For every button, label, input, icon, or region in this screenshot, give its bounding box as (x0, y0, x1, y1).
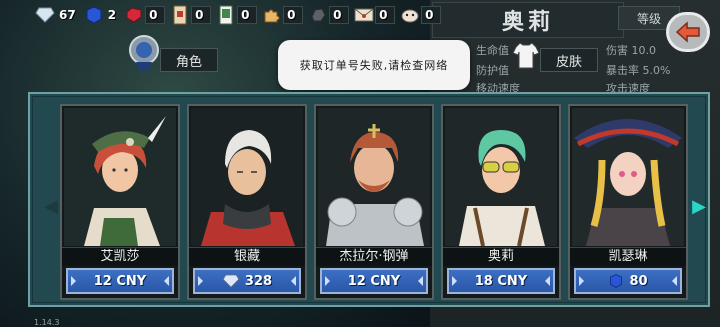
medal-icon (129, 35, 159, 72)
price-label: 80 (629, 273, 648, 289)
character-card[interactable]: 凯瑟琳 80 (568, 104, 688, 300)
buy-button[interactable]: 80 (574, 268, 682, 294)
character-card[interactable]: 艾凯莎 12 CNY (60, 104, 180, 300)
ruby-icon (123, 4, 145, 26)
buy-button[interactable]: 328 (193, 268, 301, 294)
scroll-left-arrow[interactable]: ◀ (44, 195, 58, 217)
ticket-icon (169, 4, 191, 26)
buy-button[interactable]: 12 CNY (320, 268, 428, 294)
character-portrait (318, 108, 430, 246)
toast-message: 获取订单号失败,请检查网络 (299, 59, 449, 72)
price-label: 12 CNY (93, 273, 147, 289)
price-label: 18 CNY (474, 273, 528, 289)
character-portrait (64, 108, 176, 246)
resource-count: 0 (283, 6, 304, 24)
back-arrow-icon (675, 21, 700, 43)
resource-count: 0 (237, 6, 258, 24)
character-card[interactable]: 银藏 328 (187, 104, 307, 300)
character-name: 银藏 (189, 247, 305, 266)
portrait-image (191, 108, 303, 246)
character-name: 凯瑟琳 (570, 247, 686, 266)
portrait-image (445, 108, 557, 246)
card-icon (215, 4, 237, 26)
resource-puzzle[interactable]: 0 (261, 4, 304, 26)
ore-icon (307, 4, 329, 26)
price-label: 12 CNY (347, 273, 401, 289)
price-label: 328 (244, 273, 273, 289)
stat-crit-value: 暴击率 5.0% (606, 64, 671, 77)
sapphire-icon (610, 274, 623, 288)
character-portrait (191, 108, 303, 246)
diamond-icon (222, 274, 240, 288)
character-card[interactable]: 奥莉 18 CNY (441, 104, 561, 300)
character-list: 艾凯莎 12 CNY 银藏 328 杰拉尔·钢弹 12 CNY 奥莉 18 CN… (60, 104, 696, 302)
tab-role[interactable]: 角色 (160, 48, 218, 72)
resource-count: 2 (107, 8, 117, 22)
resource-letter[interactable]: 0 (353, 4, 396, 26)
resource-bar: 67 2 0 0 0 0 0 0 0 (0, 0, 442, 30)
diamond-icon (34, 4, 56, 26)
puzzle-icon (261, 4, 283, 26)
character-portrait (445, 108, 557, 246)
portrait-image (572, 108, 684, 246)
character-name: 杰拉尔·钢弹 (316, 247, 432, 266)
resource-ticket[interactable]: 0 (169, 4, 212, 26)
tab-skin[interactable]: 皮肤 (540, 48, 598, 72)
version-label: 1.14.3 (34, 318, 60, 327)
sapphire-icon (83, 4, 105, 26)
character-name: 奥莉 (443, 247, 559, 266)
character-card[interactable]: 杰拉尔·钢弹 12 CNY (314, 104, 434, 300)
resource-pet[interactable]: 0 (399, 4, 442, 26)
resource-diamond[interactable]: 67 (34, 4, 79, 26)
rank-medal[interactable] (126, 30, 162, 74)
character-name: 艾凯莎 (62, 247, 178, 266)
error-toast: 获取订单号失败,请检查网络 (278, 40, 470, 90)
buy-button[interactable]: 12 CNY (66, 268, 174, 294)
resource-count: 0 (375, 6, 396, 24)
back-button[interactable] (666, 12, 710, 52)
resource-count: 0 (329, 6, 350, 24)
resource-count: 0 (191, 6, 212, 24)
character-portrait (572, 108, 684, 246)
resource-sapphire[interactable]: 2 (83, 4, 119, 26)
pet-icon (399, 4, 421, 26)
stat-armor-label: 防护值 (476, 64, 509, 77)
resource-count: 0 (145, 6, 166, 24)
buy-button[interactable]: 18 CNY (447, 268, 555, 294)
shirt-icon (512, 40, 540, 70)
resource-count: 0 (421, 6, 442, 24)
portrait-image (64, 108, 176, 246)
letter-icon (353, 4, 375, 26)
resource-card[interactable]: 0 (215, 4, 258, 26)
resource-ore[interactable]: 0 (307, 4, 350, 26)
stat-damage-value: 伤害 10.0 (606, 44, 656, 57)
stat-hp-label: 生命值 (476, 44, 509, 57)
resource-ruby[interactable]: 0 (123, 4, 166, 26)
hero-name: 奥莉 (501, 10, 554, 35)
hero-name-box: 奥莉 (432, 2, 624, 38)
resource-count: 67 (59, 8, 76, 22)
portrait-image (318, 108, 430, 246)
